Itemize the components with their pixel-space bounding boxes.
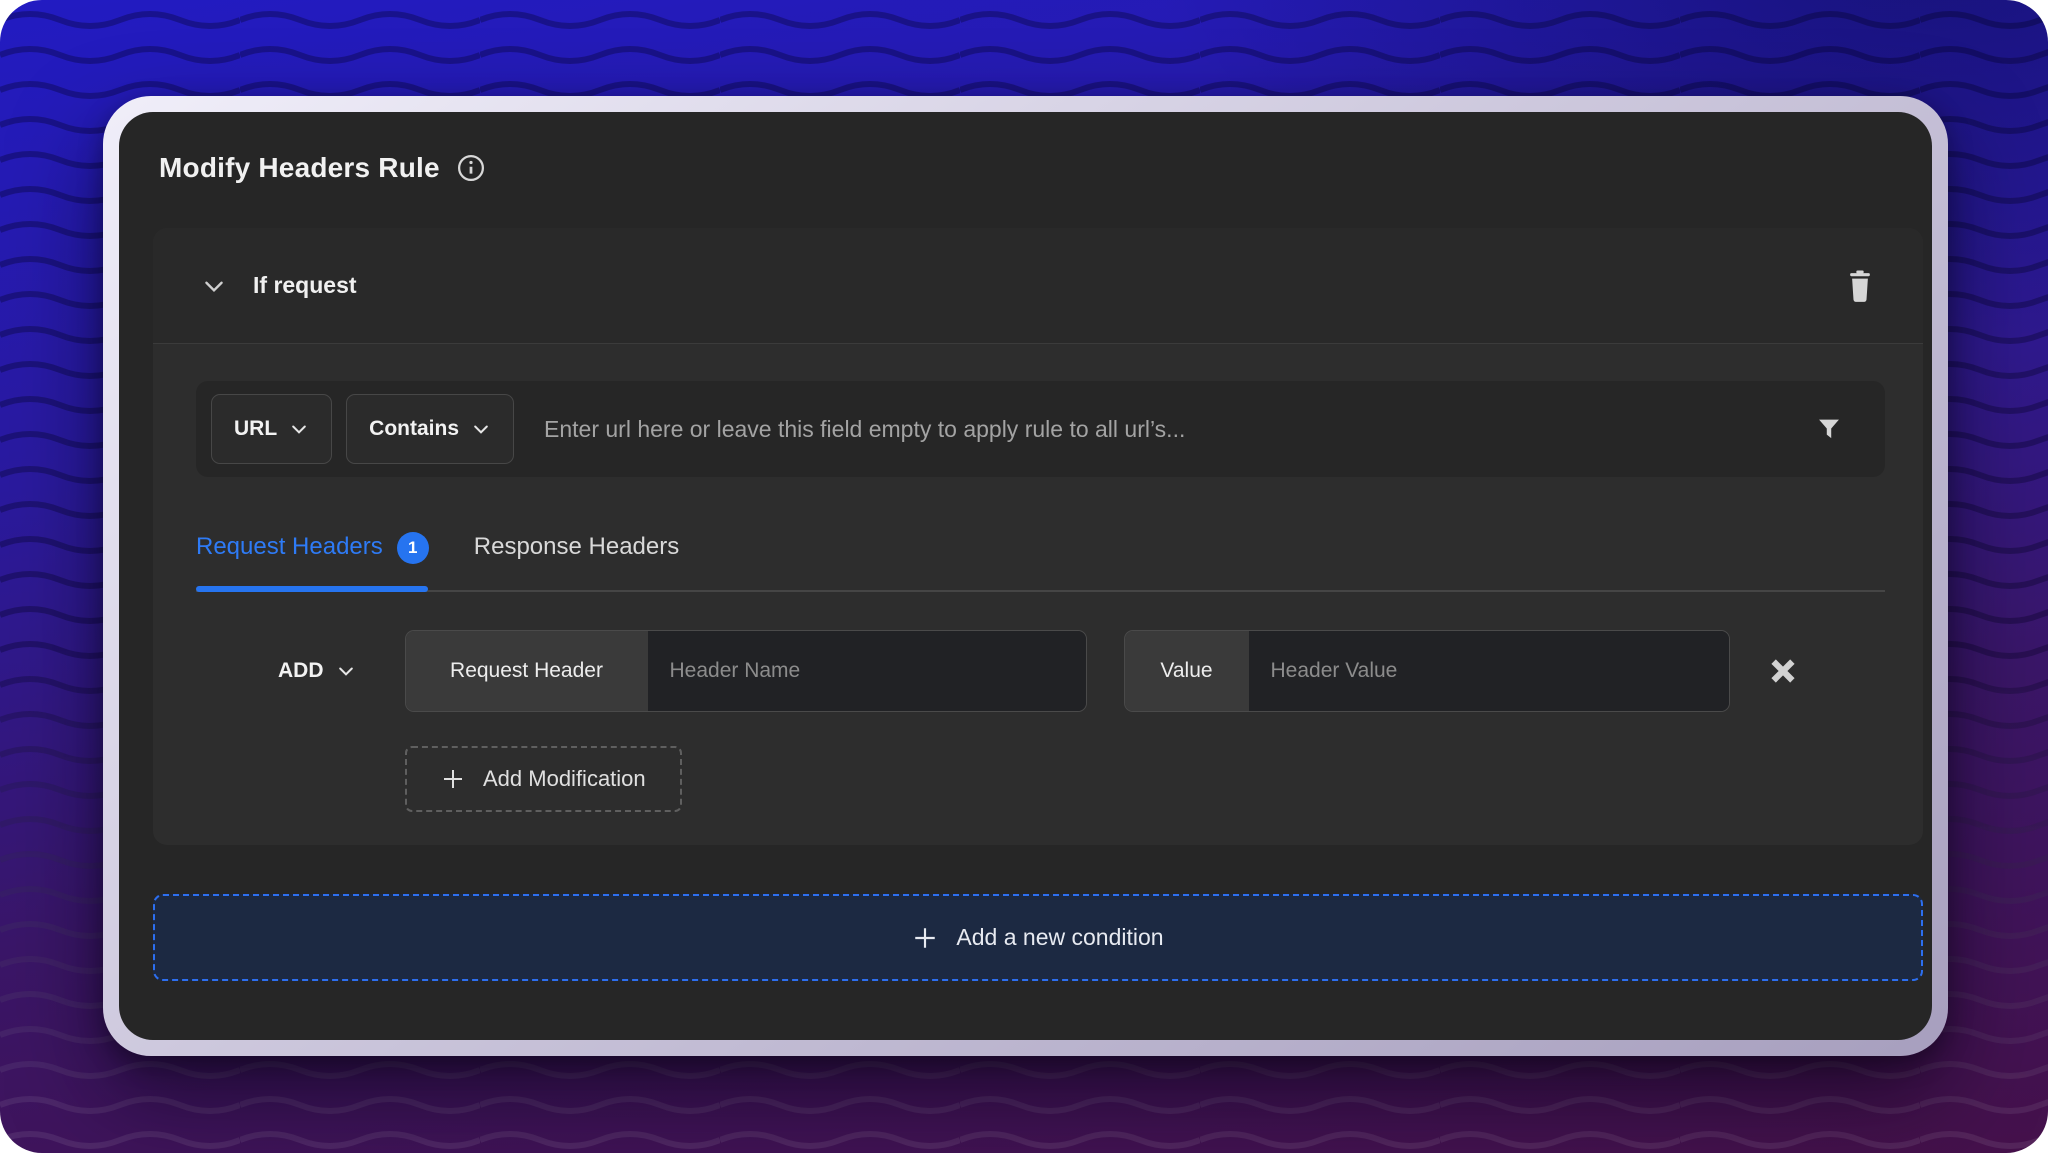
header-value-group: Value — [1124, 630, 1730, 712]
condition-body: URL Contains — [153, 344, 1923, 845]
chevron-down-icon — [336, 661, 356, 681]
chevron-down-icon — [289, 419, 309, 439]
plus-icon — [441, 767, 465, 791]
delete-condition-button[interactable] — [1845, 270, 1875, 302]
tab-label: Request Headers — [196, 533, 383, 561]
source-operator-dropdown[interactable]: Contains — [346, 394, 514, 464]
url-input[interactable] — [544, 416, 1815, 443]
chevron-down-icon[interactable] — [201, 273, 227, 299]
desktop-background: Modify Headers Rule If request — [0, 0, 2048, 1153]
condition-section: If request URL — [153, 228, 1923, 845]
source-filter-button[interactable] — [1815, 415, 1843, 443]
source-key-label: URL — [234, 417, 277, 441]
headers-tabs: Request Headers 1 Response Headers — [196, 533, 1885, 592]
value-label: Value — [1125, 631, 1249, 711]
source-operator-label: Contains — [369, 417, 459, 441]
plus-icon — [912, 925, 938, 951]
header-value-input[interactable] — [1249, 631, 1729, 711]
condition-title: If request — [253, 272, 357, 299]
modal-frame: Modify Headers Rule If request — [103, 96, 1948, 1056]
filter-icon — [1815, 415, 1843, 443]
modify-headers-modal: Modify Headers Rule If request — [119, 112, 1932, 1040]
tab-response-headers[interactable]: Response Headers — [474, 533, 679, 590]
trash-icon — [1845, 270, 1875, 302]
request-headers-count-badge: 1 — [397, 532, 429, 564]
add-condition-label: Add a new condition — [956, 924, 1163, 951]
tab-request-headers[interactable]: Request Headers 1 — [196, 533, 429, 590]
header-name-input[interactable] — [648, 631, 1086, 711]
modification-action-dropdown[interactable]: ADD — [278, 659, 356, 683]
info-icon[interactable] — [456, 153, 486, 183]
remove-modification-button[interactable] — [1768, 656, 1798, 686]
source-key-dropdown[interactable]: URL — [211, 394, 332, 464]
modification-row: ADD Request Header Value — [196, 630, 1885, 712]
header-type-label: Request Header — [406, 631, 648, 711]
modal-header: Modify Headers Rule — [136, 152, 1910, 184]
modification-action-label: ADD — [278, 659, 324, 683]
header-name-group: Request Header — [405, 630, 1087, 712]
tab-label: Response Headers — [474, 533, 679, 561]
add-modification-button[interactable]: Add Modification — [405, 746, 682, 812]
chevron-down-icon — [471, 419, 491, 439]
add-new-condition-button[interactable]: Add a new condition — [153, 894, 1923, 981]
page-title: Modify Headers Rule — [159, 152, 440, 184]
add-modification-label: Add Modification — [483, 766, 646, 792]
close-icon — [1768, 656, 1798, 686]
url-condition-row: URL Contains — [196, 381, 1885, 477]
condition-header[interactable]: If request — [153, 228, 1923, 344]
